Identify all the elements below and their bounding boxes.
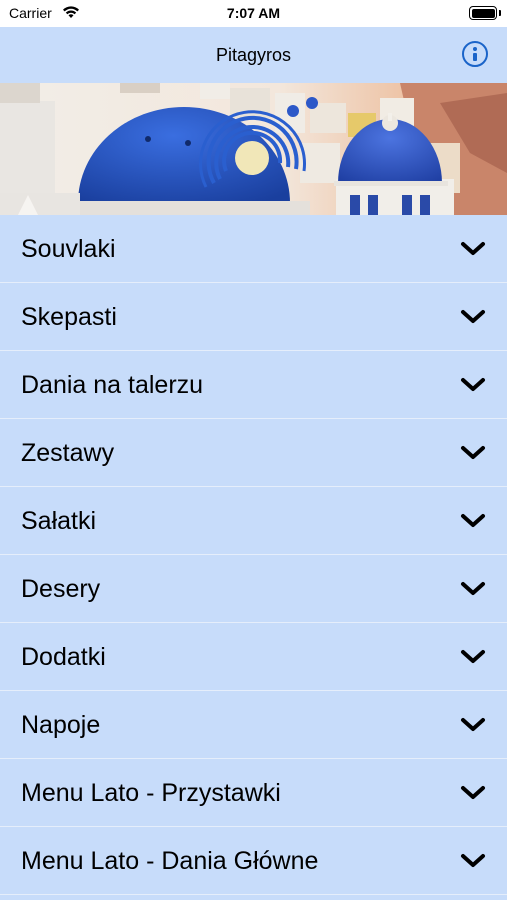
chevron-down-icon <box>461 650 485 663</box>
battery-cap <box>499 10 501 16</box>
menu-item-label: Souvlaki <box>21 235 116 263</box>
menu-item-dodatki[interactable]: Dodatki <box>0 623 507 691</box>
menu-item-label: Zestawy <box>21 439 115 467</box>
chevron-down-icon <box>461 514 485 527</box>
menu-item-menu-lato-przystawki[interactable]: Menu Lato - Przystawki <box>0 759 507 827</box>
chevron-down-icon <box>461 582 485 595</box>
chevron-down-icon <box>461 446 485 459</box>
menu-item-desery[interactable]: Desery <box>0 555 507 623</box>
menu-item-label: Sałatki <box>21 507 97 535</box>
chevron-down-icon <box>461 786 485 799</box>
clock: 7:07 AM <box>226 5 281 21</box>
menu-item-label: Menu Lato - Przystawki <box>21 779 281 807</box>
menu-item-skepasti[interactable]: Skepasti <box>0 283 507 351</box>
menu-item-label: Napoje <box>21 711 101 739</box>
status-bar: Carrier 7:07 AM <box>0 0 507 27</box>
menu-item-salatki[interactable]: Sałatki <box>0 487 507 555</box>
chevron-down-icon <box>461 310 485 323</box>
header-image <box>0 83 507 215</box>
menu-item-label: Skepasti <box>21 303 117 331</box>
menu-item-menu-lato-dania-glowne[interactable]: Menu Lato - Dania Główne <box>0 827 507 895</box>
santorini-illustration <box>0 83 507 215</box>
battery-icon <box>469 6 497 20</box>
page-title: Pitagyros <box>215 45 292 65</box>
navigation-bar: Pitagyros <box>0 27 507 83</box>
menu-category-list: Souvlaki Skepasti Dania na talerzu Zesta… <box>0 215 507 895</box>
menu-item-souvlaki[interactable]: Souvlaki <box>0 215 507 283</box>
chevron-down-icon <box>461 378 485 391</box>
info-icon[interactable] <box>462 41 488 67</box>
chevron-down-icon <box>461 718 485 731</box>
menu-item-zestawy[interactable]: Zestawy <box>0 419 507 487</box>
chevron-down-icon <box>461 854 485 867</box>
chevron-down-icon <box>461 242 485 255</box>
menu-item-dania-na-talerzu[interactable]: Dania na talerzu <box>0 351 507 419</box>
menu-item-napoje[interactable]: Napoje <box>0 691 507 759</box>
menu-item-label: Dania na talerzu <box>21 371 204 399</box>
menu-item-label: Desery <box>21 575 101 603</box>
menu-item-label: Dodatki <box>21 643 106 671</box>
menu-item-label: Menu Lato - Dania Główne <box>21 847 319 875</box>
